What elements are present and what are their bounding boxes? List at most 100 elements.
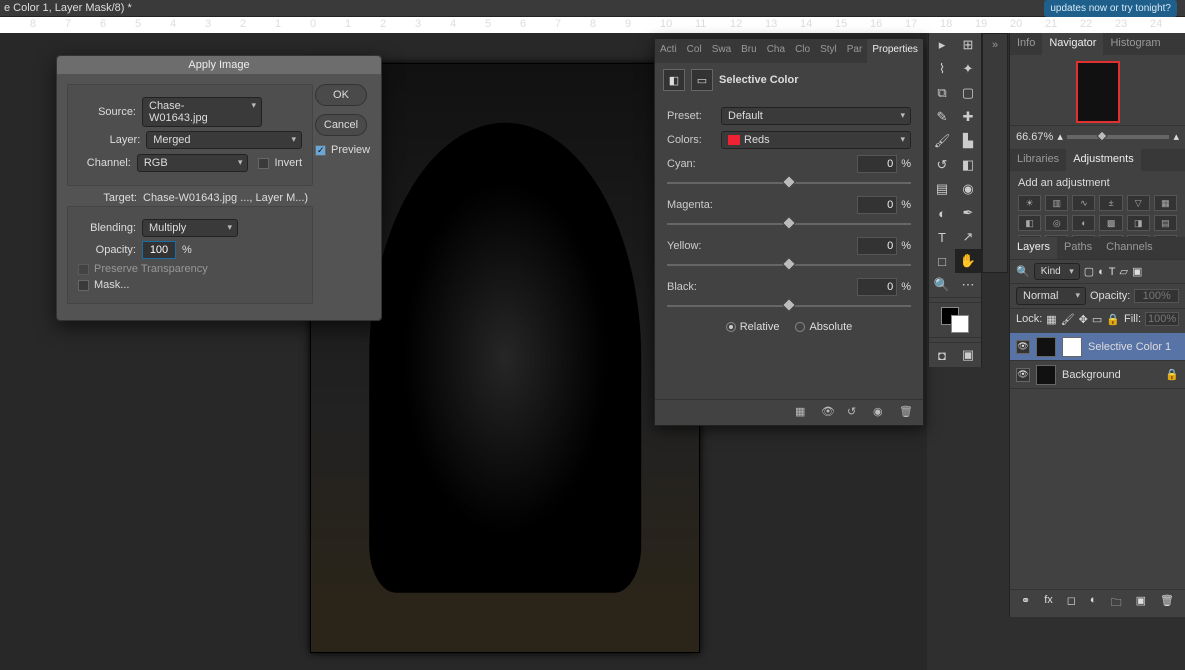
tab-paths[interactable]: Paths (1057, 237, 1099, 259)
opacity-input[interactable] (142, 241, 176, 259)
tab-swatches[interactable]: Swa (707, 39, 736, 63)
path-tool[interactable]: ↗ (955, 225, 981, 249)
tab-info[interactable]: Info (1010, 33, 1042, 55)
curves-icon[interactable]: ∿ (1072, 195, 1095, 211)
frame-tool[interactable]: ▢ (955, 81, 981, 105)
document-tab[interactable]: e Color 1, Layer Mask/8) * (0, 0, 1185, 17)
source-select[interactable]: Chase-W01643.jpg (142, 97, 262, 127)
clone-tool[interactable]: ▙ (955, 129, 981, 153)
invert-icon[interactable]: ◨ (1127, 215, 1150, 231)
tab-histogram[interactable]: Histogram (1103, 33, 1167, 55)
pen-tool[interactable]: ✒ (955, 201, 981, 225)
preview-checkbox[interactable]: Preview (315, 144, 371, 156)
filter-type-icon[interactable]: T (1109, 266, 1116, 278)
reset-icon[interactable]: ↺ (847, 405, 863, 421)
zoom-tool[interactable]: 🔍 (929, 273, 955, 297)
color-swatch[interactable] (929, 303, 981, 337)
lock-position-icon[interactable]: ✥ (1079, 313, 1088, 326)
vibrance-icon[interactable]: ▽ (1127, 195, 1150, 211)
layer-thumb[interactable] (1036, 337, 1056, 357)
layer-filter-select[interactable]: Kind (1034, 263, 1080, 280)
yellow-slider[interactable] (667, 258, 911, 272)
artboard-tool[interactable]: ⊞ (955, 33, 981, 57)
navigator-thumbnail[interactable] (1076, 61, 1120, 123)
preset-select[interactable]: Default (721, 107, 911, 125)
channel-mixer-icon[interactable]: ◐ (1072, 215, 1095, 231)
delete-layer-icon[interactable]: 🗑 (1160, 594, 1174, 613)
adjustment-type-icon[interactable]: ◧ (663, 69, 685, 91)
rectangle-tool[interactable]: □ (929, 249, 955, 273)
colors-select[interactable]: Reds (721, 131, 911, 149)
zoom-out-icon[interactable]: ▴ (1057, 130, 1063, 143)
black-input[interactable] (857, 278, 897, 296)
brightness-icon[interactable]: ☀ (1018, 195, 1041, 211)
filter-pixel-icon[interactable]: ▢ (1084, 265, 1094, 278)
link-layers-icon[interactable]: ⚭ (1021, 594, 1030, 613)
dodge-tool[interactable]: ◐ (929, 201, 955, 225)
tab-actions[interactable]: Acti (655, 39, 682, 63)
tab-channels[interactable]: Cha (762, 39, 790, 63)
layer-mask-thumb[interactable] (1062, 337, 1082, 357)
brush-tool[interactable]: 🖌 (929, 129, 955, 153)
magenta-input[interactable] (857, 196, 897, 214)
new-group-icon[interactable]: 🗀 (1111, 594, 1122, 613)
layer-name[interactable]: Background (1062, 369, 1121, 381)
lock-all-icon[interactable]: 🔒 (1106, 313, 1120, 326)
magenta-slider[interactable] (667, 217, 911, 231)
tab-color[interactable]: Col (682, 39, 707, 63)
filter-shape-icon[interactable]: ▱ (1120, 265, 1128, 278)
invert-checkbox[interactable]: Invert (258, 157, 302, 169)
filter-smart-icon[interactable]: ▣ (1132, 265, 1142, 278)
cancel-button[interactable]: Cancel (315, 114, 367, 136)
tab-styles[interactable]: Styl (815, 39, 842, 63)
blending-select[interactable]: Multiply (142, 219, 238, 237)
lock-transparent-icon[interactable]: ▦ (1046, 313, 1056, 326)
zoom-value[interactable]: 66.67% (1016, 131, 1053, 143)
crop-tool[interactable]: ⧉ (929, 81, 955, 105)
quick-mask-icon[interactable]: ◘ (929, 343, 955, 367)
layer-fx-icon[interactable]: fx (1044, 594, 1053, 613)
clip-to-layer-icon[interactable]: ▦ (795, 405, 811, 421)
healing-tool[interactable]: ✚ (955, 105, 981, 129)
layer-name[interactable]: Selective Color 1 (1088, 341, 1171, 353)
gradient-tool[interactable]: ▤ (929, 177, 955, 201)
collapsed-dock[interactable]: » (982, 33, 1008, 273)
toggle-visibility-icon[interactable]: ◉ (873, 405, 889, 421)
tab-libraries[interactable]: Libraries (1010, 149, 1066, 171)
layer-thumb[interactable] (1036, 365, 1056, 385)
tab-brushes[interactable]: Bru (736, 39, 762, 63)
visibility-toggle[interactable]: 👁 (1016, 340, 1030, 354)
edit-toolbar[interactable]: ⋯ (955, 273, 981, 297)
exposure-icon[interactable]: ± (1099, 195, 1122, 211)
new-layer-icon[interactable]: ▣ (1136, 594, 1146, 613)
visibility-toggle[interactable]: 👁 (1016, 368, 1030, 382)
lock-artboard-icon[interactable]: ▭ (1092, 313, 1102, 326)
zoom-in-icon[interactable]: ▴ (1173, 130, 1179, 143)
layer-row[interactable]: 👁 Selective Color 1 (1010, 333, 1185, 361)
photo-filter-icon[interactable]: ◎ (1045, 215, 1068, 231)
tab-adjustments[interactable]: Adjustments (1066, 149, 1141, 171)
filter-adjust-icon[interactable]: ◐ (1098, 266, 1105, 278)
layer-row[interactable]: 👁 Background 🔒 (1010, 361, 1185, 389)
mask-checkbox[interactable]: Mask... (78, 279, 302, 291)
move-tool[interactable]: ▸ (929, 33, 955, 57)
black-slider[interactable] (667, 299, 911, 313)
layer-select[interactable]: Merged (146, 131, 302, 149)
layer-fill-input[interactable]: 100% (1145, 312, 1179, 326)
eraser-tool[interactable]: ◧ (955, 153, 981, 177)
yellow-input[interactable] (857, 237, 897, 255)
delete-adjustment-icon[interactable]: 🗑 (899, 405, 915, 421)
cyan-input[interactable] (857, 155, 897, 173)
quick-select-tool[interactable]: ✦ (955, 57, 981, 81)
relative-radio[interactable]: Relative (726, 321, 780, 333)
hue-icon[interactable]: ▦ (1154, 195, 1177, 211)
blur-tool[interactable]: ◉ (955, 177, 981, 201)
levels-icon[interactable]: ▥ (1045, 195, 1068, 211)
hand-tool[interactable]: ✋ (955, 249, 981, 273)
absolute-radio[interactable]: Absolute (795, 321, 852, 333)
screen-mode-icon[interactable]: ▣ (955, 343, 981, 367)
posterize-icon[interactable]: ▤ (1154, 215, 1177, 231)
tab-layers[interactable]: Layers (1010, 237, 1057, 259)
layer-opacity-input[interactable]: 100% (1134, 289, 1179, 303)
add-mask-icon[interactable]: ◻ (1067, 594, 1076, 613)
